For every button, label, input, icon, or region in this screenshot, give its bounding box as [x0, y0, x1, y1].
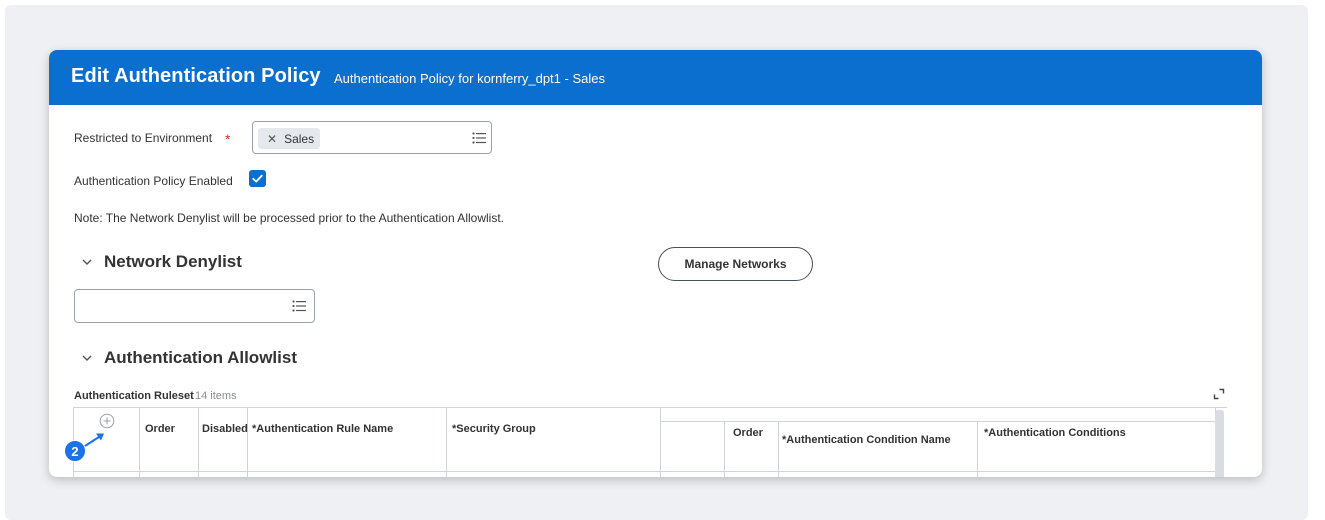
network-denylist-title: Network Denylist: [104, 252, 242, 271]
grid-scrollbar[interactable]: [1215, 410, 1224, 477]
environment-pill-label: Sales: [284, 131, 315, 146]
edit-policy-dialog: Edit Authentication Policy Authenticatio…: [49, 50, 1262, 477]
expand-icon[interactable]: [1213, 388, 1225, 400]
note-text: Note: The Network Denylist will be proce…: [74, 211, 504, 225]
ruleset-count: 14 items: [195, 390, 237, 402]
environment-input[interactable]: ✕ Sales: [252, 121, 492, 154]
column-header-order[interactable]: Order: [145, 423, 175, 435]
column-header-disabled[interactable]: Disabled: [202, 423, 248, 435]
add-icon[interactable]: [99, 413, 115, 429]
policy-enabled-label: Authentication Policy Enabled: [74, 174, 233, 188]
environment-pill: ✕ Sales: [258, 128, 320, 149]
page-subtitle: Authentication Policy for kornferry_dpt1…: [334, 71, 605, 86]
chevron-down-icon[interactable]: [81, 354, 93, 362]
column-header-condition-order[interactable]: Order: [733, 427, 763, 439]
list-icon[interactable]: [472, 132, 486, 144]
network-denylist-input[interactable]: [74, 289, 315, 323]
arrow-icon: [84, 433, 104, 447]
column-header-security-group[interactable]: *Security Group: [452, 423, 536, 435]
manage-networks-button[interactable]: Manage Networks: [658, 247, 813, 281]
policy-enabled-checkbox[interactable]: [249, 170, 266, 187]
list-icon[interactable]: [292, 300, 306, 312]
step-badge: 2: [64, 440, 86, 462]
chevron-down-icon[interactable]: [81, 258, 93, 266]
column-header-conditions[interactable]: *Authentication Conditions: [984, 427, 1126, 439]
dialog-header: Edit Authentication Policy Authenticatio…: [49, 50, 1262, 105]
close-icon[interactable]: ✕: [267, 132, 277, 146]
column-header-condition-name[interactable]: *Authentication Condition Name: [782, 434, 951, 446]
page-title: Edit Authentication Policy: [71, 65, 321, 87]
required-marker: *: [225, 131, 231, 147]
ruleset-label: Authentication Ruleset: [74, 390, 194, 402]
ruleset-grid: Order Disabled *Authentication Rule Name…: [73, 407, 1227, 477]
check-icon: [252, 174, 263, 183]
authentication-allowlist-title: Authentication Allowlist: [104, 348, 297, 367]
column-header-rule-name[interactable]: *Authentication Rule Name: [252, 423, 393, 435]
restricted-environment-label: Restricted to Environment: [74, 131, 213, 145]
